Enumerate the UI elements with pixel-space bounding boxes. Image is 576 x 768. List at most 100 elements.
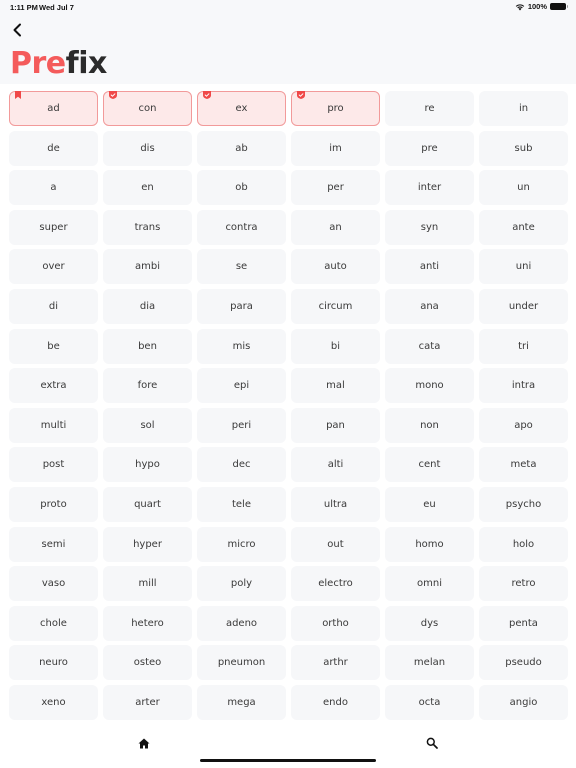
prefix-cell-pro[interactable]: pro (291, 91, 380, 126)
prefix-cell-tele[interactable]: tele (197, 486, 286, 522)
prefix-cell-quart[interactable]: quart (103, 486, 192, 522)
prefix-cell-fore[interactable]: fore (103, 368, 192, 404)
prefix-cell-ultra[interactable]: ultra (291, 486, 380, 522)
prefix-cell-dia[interactable]: dia (103, 288, 192, 324)
prefix-cell-dis[interactable]: dis (103, 130, 192, 166)
prefix-cell-neuro[interactable]: neuro (9, 645, 98, 681)
prefix-cell-pneumon[interactable]: pneumon (197, 645, 286, 681)
prefix-cell-out[interactable]: out (291, 526, 380, 562)
prefix-cell-penta[interactable]: penta (479, 605, 568, 641)
prefix-cell-sol[interactable]: sol (103, 407, 192, 443)
prefix-cell-in[interactable]: in (479, 91, 568, 126)
prefix-cell-proto[interactable]: proto (9, 486, 98, 522)
prefix-cell-ben[interactable]: ben (103, 328, 192, 364)
prefix-cell-post[interactable]: post (9, 447, 98, 483)
prefix-cell-mal[interactable]: mal (291, 368, 380, 404)
prefix-cell-over[interactable]: over (9, 249, 98, 285)
prefix-cell-di[interactable]: di (9, 288, 98, 324)
prefix-cell-ad[interactable]: ad (9, 91, 98, 126)
prefix-cell-arthr[interactable]: arthr (291, 645, 380, 681)
prefix-cell-ante[interactable]: ante (479, 209, 568, 245)
prefix-cell-non[interactable]: non (385, 407, 474, 443)
prefix-cell-retro[interactable]: retro (479, 566, 568, 602)
prefix-cell-cata[interactable]: cata (385, 328, 474, 364)
prefix-cell-sub[interactable]: sub (479, 130, 568, 166)
prefix-cell-vaso[interactable]: vaso (9, 566, 98, 602)
prefix-cell-arter[interactable]: arter (103, 684, 192, 720)
prefix-cell-multi[interactable]: multi (9, 407, 98, 443)
prefix-cell-micro[interactable]: micro (197, 526, 286, 562)
prefix-cell-re[interactable]: re (385, 91, 474, 126)
prefix-cell-holo[interactable]: holo (479, 526, 568, 562)
prefix-cell-anti[interactable]: anti (385, 249, 474, 285)
prefix-cell-en[interactable]: en (103, 170, 192, 206)
prefix-cell-octa[interactable]: octa (385, 684, 474, 720)
prefix-cell-intra[interactable]: intra (479, 368, 568, 404)
tab-search[interactable] (420, 734, 444, 752)
prefix-cell-ana[interactable]: ana (385, 288, 474, 324)
prefix-cell-mega[interactable]: mega (197, 684, 286, 720)
prefix-cell-omni[interactable]: omni (385, 566, 474, 602)
prefix-cell-xeno[interactable]: xeno (9, 684, 98, 720)
prefix-cell-under[interactable]: under (479, 288, 568, 324)
prefix-cell-a[interactable]: a (9, 170, 98, 206)
prefix-cell-mill[interactable]: mill (103, 566, 192, 602)
prefix-cell-melan[interactable]: melan (385, 645, 474, 681)
prefix-cell-de[interactable]: de (9, 130, 98, 166)
back-button[interactable] (8, 20, 26, 40)
tab-home[interactable] (132, 734, 156, 752)
prefix-cell-chole[interactable]: chole (9, 605, 98, 641)
prefix-cell-con[interactable]: con (103, 91, 192, 126)
prefix-cell-adeno[interactable]: adeno (197, 605, 286, 641)
prefix-cell-cent[interactable]: cent (385, 447, 474, 483)
prefix-cell-endo[interactable]: endo (291, 684, 380, 720)
prefix-cell-auto[interactable]: auto (291, 249, 380, 285)
prefix-cell-un[interactable]: un (479, 170, 568, 206)
prefix-cell-tri[interactable]: tri (479, 328, 568, 364)
prefix-cell-bi[interactable]: bi (291, 328, 380, 364)
prefix-cell-electro[interactable]: electro (291, 566, 380, 602)
prefix-cell-peri[interactable]: peri (197, 407, 286, 443)
prefix-cell-syn[interactable]: syn (385, 209, 474, 245)
prefix-cell-pre[interactable]: pre (385, 130, 474, 166)
prefix-cell-se[interactable]: se (197, 249, 286, 285)
prefix-cell-contra[interactable]: contra (197, 209, 286, 245)
prefix-cell-super[interactable]: super (9, 209, 98, 245)
prefix-grid-scroll[interactable]: ad con ex pro re in de dis ab im pre sub a en ob per int… (0, 84, 576, 728)
prefix-cell-ob[interactable]: ob (197, 170, 286, 206)
prefix-cell-homo[interactable]: homo (385, 526, 474, 562)
prefix-cell-trans[interactable]: trans (103, 209, 192, 245)
prefix-cell-alti[interactable]: alti (291, 447, 380, 483)
prefix-cell-inter[interactable]: inter (385, 170, 474, 206)
prefix-cell-para[interactable]: para (197, 288, 286, 324)
prefix-cell-epi[interactable]: epi (197, 368, 286, 404)
prefix-cell-ex[interactable]: ex (197, 91, 286, 126)
prefix-cell-ortho[interactable]: ortho (291, 605, 380, 641)
prefix-cell-im[interactable]: im (291, 130, 380, 166)
prefix-cell-dec[interactable]: dec (197, 447, 286, 483)
prefix-cell-hypo[interactable]: hypo (103, 447, 192, 483)
prefix-cell-an[interactable]: an (291, 209, 380, 245)
prefix-cell-apo[interactable]: apo (479, 407, 568, 443)
prefix-cell-pseudo[interactable]: pseudo (479, 645, 568, 681)
prefix-cell-angio[interactable]: angio (479, 684, 568, 720)
prefix-cell-hetero[interactable]: hetero (103, 605, 192, 641)
prefix-cell-hyper[interactable]: hyper (103, 526, 192, 562)
prefix-cell-mis[interactable]: mis (197, 328, 286, 364)
prefix-cell-poly[interactable]: poly (197, 566, 286, 602)
prefix-cell-dys[interactable]: dys (385, 605, 474, 641)
prefix-cell-semi[interactable]: semi (9, 526, 98, 562)
prefix-cell-circum[interactable]: circum (291, 288, 380, 324)
prefix-cell-eu[interactable]: eu (385, 486, 474, 522)
prefix-cell-per[interactable]: per (291, 170, 380, 206)
prefix-cell-ab[interactable]: ab (197, 130, 286, 166)
prefix-cell-extra[interactable]: extra (9, 368, 98, 404)
prefix-cell-be[interactable]: be (9, 328, 98, 364)
prefix-cell-uni[interactable]: uni (479, 249, 568, 285)
prefix-cell-pan[interactable]: pan (291, 407, 380, 443)
prefix-cell-osteo[interactable]: osteo (103, 645, 192, 681)
prefix-cell-ambi[interactable]: ambi (103, 249, 192, 285)
prefix-cell-mono[interactable]: mono (385, 368, 474, 404)
prefix-cell-psycho[interactable]: psycho (479, 486, 568, 522)
prefix-cell-meta[interactable]: meta (479, 447, 568, 483)
